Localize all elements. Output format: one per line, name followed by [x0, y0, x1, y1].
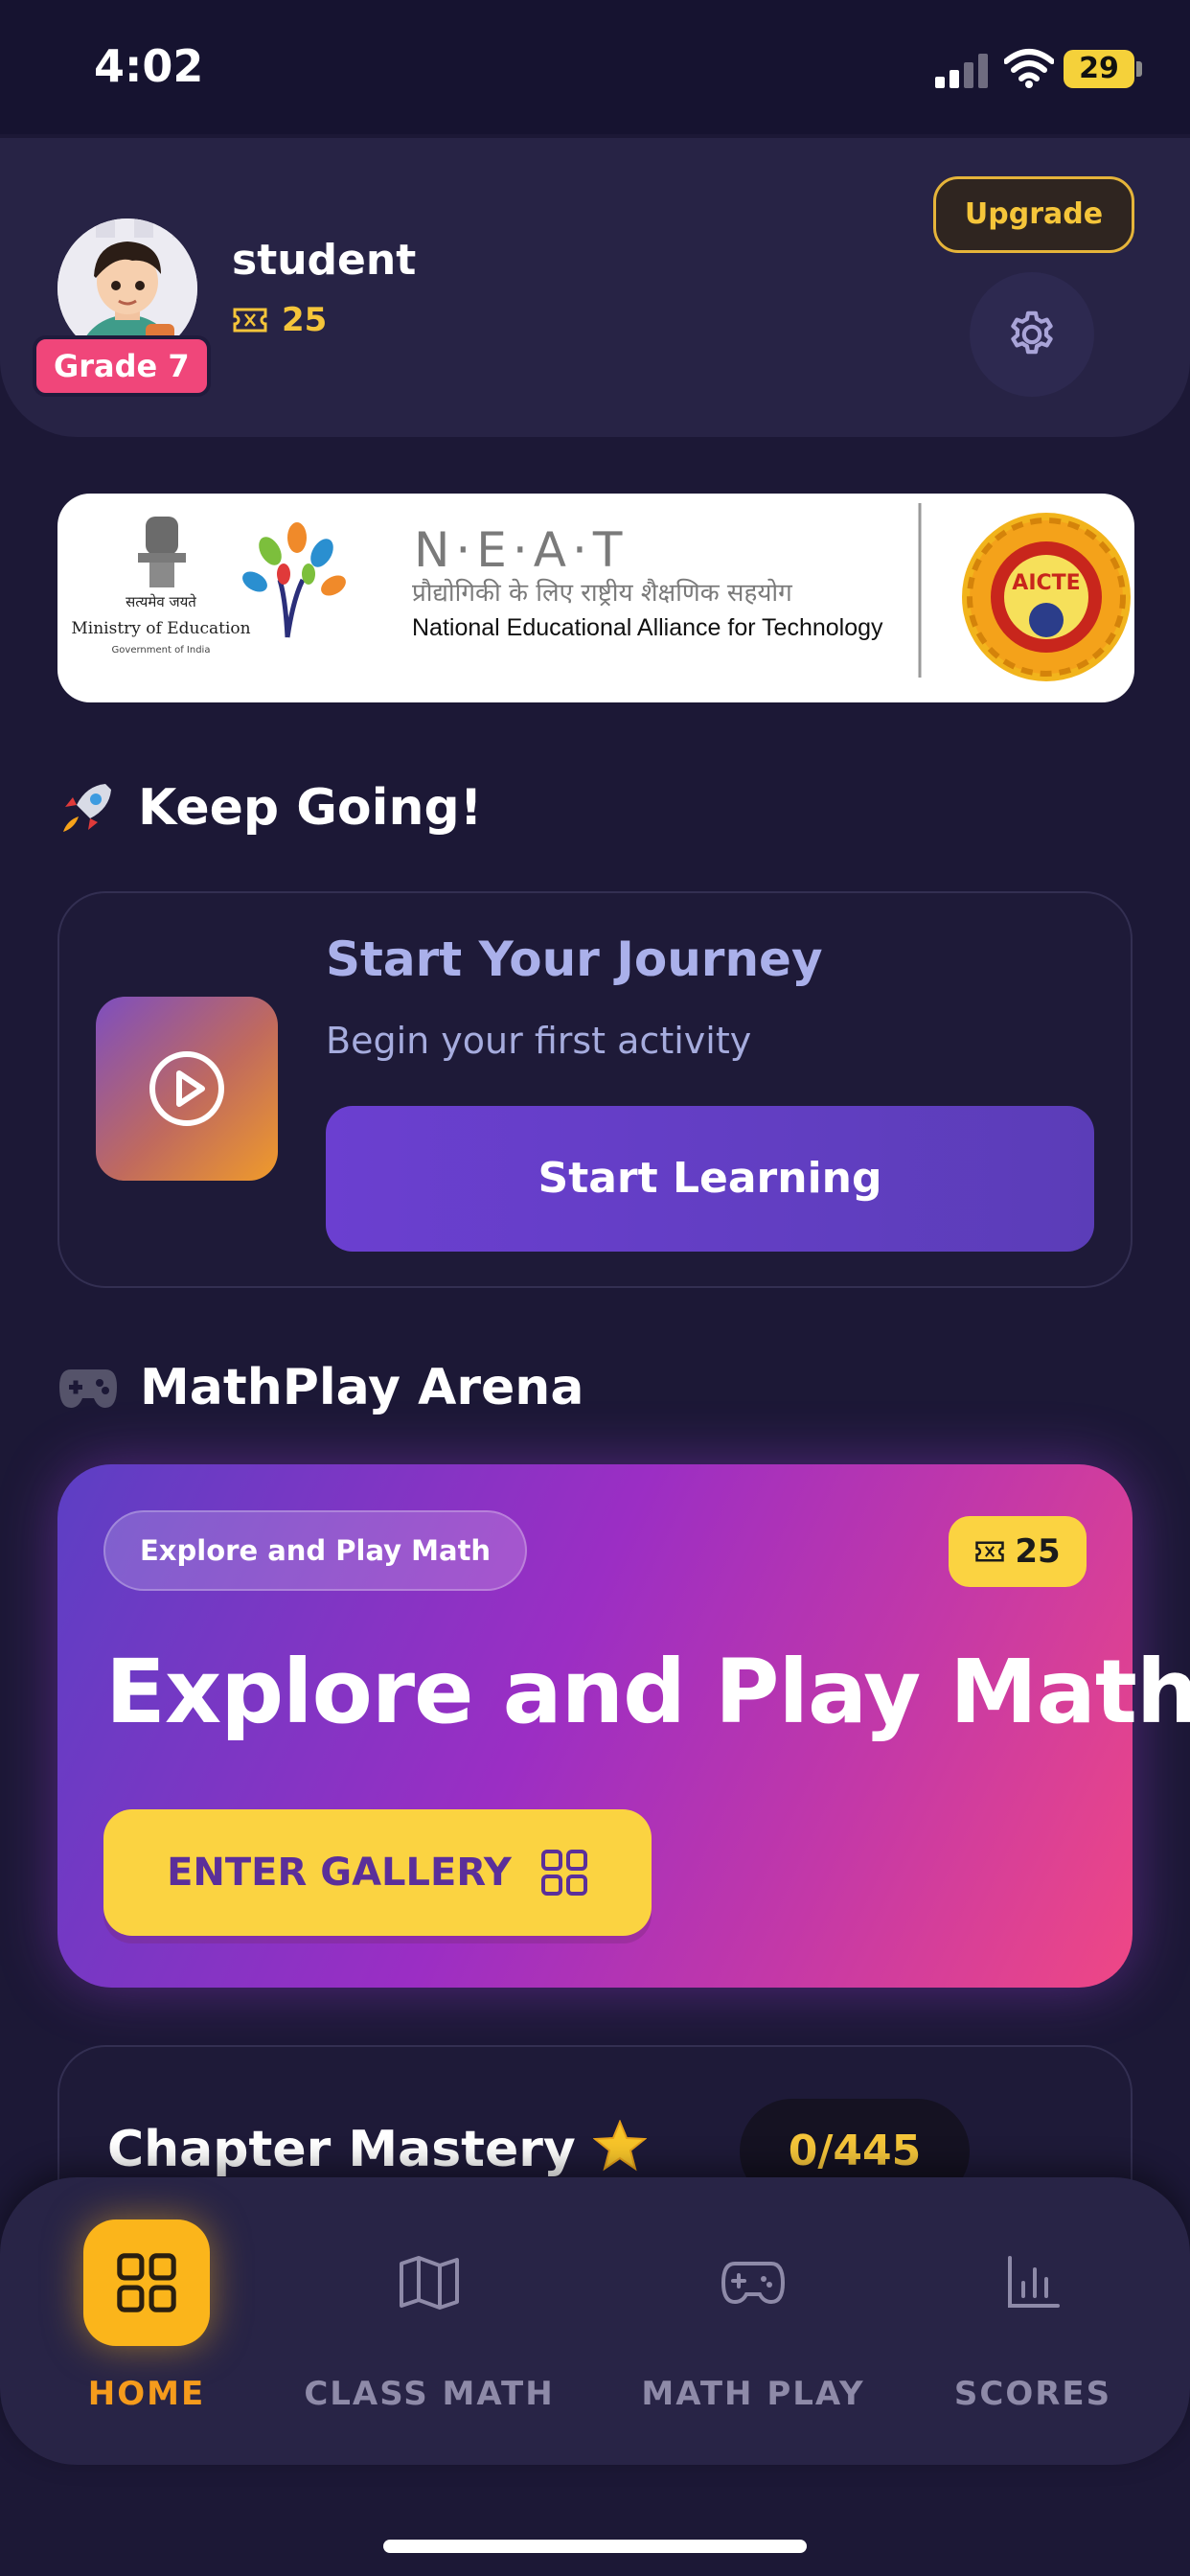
home-indicator [383, 2540, 807, 2553]
neat-banner: सत्यमेव जयते Ministry of Education Gover… [57, 494, 1134, 702]
nav-play-icon-wrap [690, 2220, 816, 2346]
start-learning-button[interactable]: Start Learning [326, 1106, 1094, 1252]
ticket-icon [975, 1541, 1005, 1562]
arena-ticket-badge: 25 [949, 1516, 1087, 1587]
ministry-motto: सत्यमेव जयते [126, 593, 196, 610]
gear-icon [1011, 310, 1053, 355]
ministry-name: Ministry of Education [71, 619, 250, 638]
arena-ticket-count: 25 [1015, 1532, 1061, 1571]
nav-math-play[interactable]: MATH PLAY [609, 2220, 897, 2413]
ticket-count: 25 [282, 301, 328, 339]
ticket-balance: 25 [232, 301, 327, 339]
grid-icon [117, 2253, 176, 2312]
nav-home-icon-wrap [83, 2220, 210, 2346]
gamepad-emoji-icon [59, 1369, 117, 1408]
arena-main-heading: Explore and Play Math [105, 1641, 1190, 1743]
ticket-icon [233, 308, 267, 333]
arena-tag: Explore and Play Math [103, 1510, 528, 1591]
status-time: 4:02 [94, 40, 204, 92]
aicte-logo: AICTE [962, 513, 1131, 681]
grade-badge: Grade 7 [33, 335, 211, 397]
arena-heading: MathPlay Arena [57, 1359, 584, 1416]
nav-home[interactable]: HOME [3, 2220, 290, 2413]
battery-indicator: 29 [1064, 50, 1134, 88]
neat-hindi: प्रौद्योगिकी के लिए राष्ट्रीय शैक्षणिक स… [412, 578, 792, 608]
settings-button[interactable] [970, 272, 1094, 397]
enter-gallery-button[interactable]: ENTER GALLERY [103, 1809, 652, 1936]
nav-class-math[interactable]: CLASS MATH [286, 2220, 573, 2413]
nav-scores-label: SCORES [953, 2375, 1112, 2413]
keep-going-title: Keep Going! [138, 779, 483, 837]
star-icon [592, 2119, 648, 2172]
battery-nub [1136, 61, 1142, 77]
play-circle-icon [149, 1051, 224, 1126]
aicte-label: AICTE [1012, 571, 1080, 595]
keep-going-heading: Keep Going! [57, 778, 482, 838]
username: student [232, 236, 417, 285]
journey-icon-tile [96, 997, 278, 1181]
emblem-icon [138, 517, 186, 587]
enter-gallery-label: ENTER GALLERY [167, 1851, 512, 1895]
rocket-icon [63, 784, 111, 832]
upgrade-button[interactable]: Upgrade [933, 176, 1134, 253]
neat-english: National Educational Alliance for Techno… [412, 614, 883, 641]
chapter-mastery-heading: Chapter Mastery [107, 2119, 648, 2178]
grid-icon [540, 1850, 587, 1896]
nav-scores[interactable]: SCORES [889, 2220, 1177, 2413]
arena-title: MathPlay Arena [140, 1359, 584, 1416]
nav-class-icon-wrap [366, 2220, 492, 2346]
nav-class-label: CLASS MATH [304, 2375, 555, 2413]
nav-play-label: MATH PLAY [641, 2375, 865, 2413]
journey-subtitle: Begin your first activity [326, 1020, 752, 1062]
nav-scores-icon-wrap [970, 2220, 1096, 2346]
neat-tree-logo [242, 522, 346, 638]
bar-chart-icon [1008, 2256, 1060, 2308]
banner-graphic: सत्यमेव जयते Ministry of Education Gover… [71, 503, 1131, 681]
signal-icon [935, 54, 988, 88]
map-icon [400, 2256, 459, 2310]
wifi-icon [1004, 49, 1054, 88]
nav-home-label: HOME [87, 2375, 206, 2413]
ministry-gov: Government of India [112, 645, 211, 656]
chapter-mastery-title: Chapter Mastery [107, 2121, 576, 2178]
neat-title: N·E·A·T [414, 522, 628, 578]
gamepad-icon [721, 2262, 786, 2305]
journey-title: Start Your Journey [326, 932, 823, 987]
